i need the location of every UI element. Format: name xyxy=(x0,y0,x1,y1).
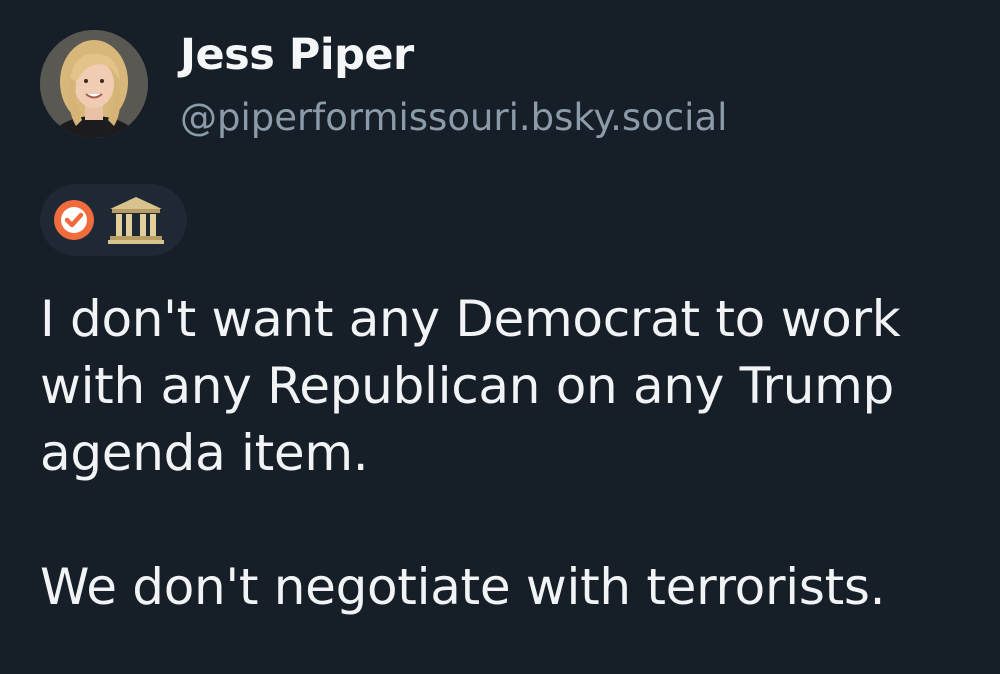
badges-pill[interactable] xyxy=(40,184,187,256)
author-avatar[interactable] xyxy=(40,30,148,138)
post-line: agenda item. xyxy=(40,424,369,482)
post-card: Jess Piper @piperformissouri.bsky.social… xyxy=(0,0,1000,674)
post-body: I don't want any Democrat to work with a… xyxy=(40,286,970,621)
post-line: We don't negotiate with terrorists. xyxy=(40,558,886,616)
avatar-photo xyxy=(40,30,148,138)
author-handle[interactable]: @piperformissouri.bsky.social xyxy=(180,96,727,139)
author-name[interactable]: Jess Piper xyxy=(180,30,414,80)
post-line: I don't want any Democrat to work xyxy=(40,290,901,348)
post-line: with any Republican on any Trump xyxy=(40,357,894,415)
government-building-icon xyxy=(108,197,164,244)
verified-check-icon xyxy=(54,200,94,240)
